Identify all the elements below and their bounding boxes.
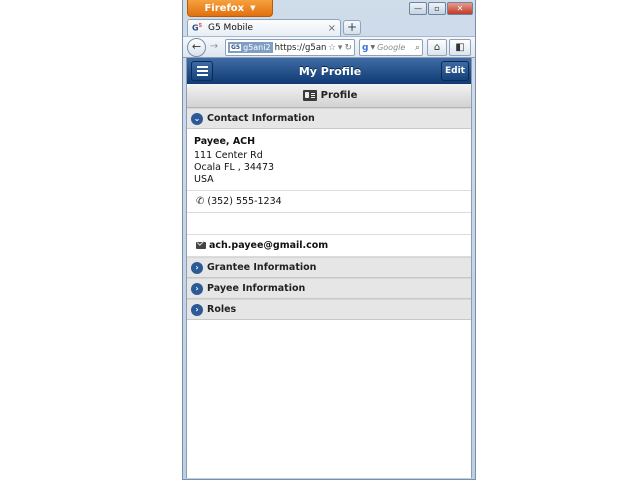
section-payee-information[interactable]: › Payee Information [187, 278, 471, 299]
page-viewport: My Profile Edit Profile ⌄ Contact Inform… [186, 58, 472, 478]
google-icon[interactable]: g [362, 43, 368, 53]
id-card-icon [302, 90, 317, 101]
reload-icon[interactable]: ↻ [344, 43, 352, 53]
window-controls: — ▫ ✕ [408, 2, 473, 15]
history-dropdown-icon[interactable]: ▾ [338, 43, 343, 53]
maximize-button[interactable]: ▫ [428, 2, 446, 15]
title-bar: Firefox ▼ — ▫ ✕ [183, 0, 475, 18]
section-label: Grantee Information [207, 262, 317, 273]
email-address: ach.payee@gmail.com [209, 240, 329, 251]
empty-row [187, 213, 471, 235]
search-engine-dropdown-icon[interactable]: ▼ [370, 44, 375, 51]
profile-subheader: Profile [187, 84, 471, 108]
section-label: Contact Information [207, 113, 315, 124]
tab-g5-mobile[interactable]: G5 G5 Mobile × [187, 19, 341, 36]
firefox-button-label: Firefox [204, 2, 245, 14]
minimize-button[interactable]: — [409, 2, 427, 15]
site-identity-button[interactable]: G5 g5ani2 [228, 42, 273, 53]
chevron-right-icon: › [191, 303, 203, 316]
section-contact-information[interactable]: ⌄ Contact Information [187, 108, 471, 129]
addon-bar-button[interactable]: ◧ [449, 39, 471, 56]
payee-name: Payee, ACH [194, 136, 256, 147]
section-grantee-information[interactable]: › Grantee Information [187, 257, 471, 278]
browser-window: Firefox ▼ — ▫ ✕ G5 G5 Mobile × + ← → G5 … [182, 0, 476, 480]
envelope-icon [196, 242, 206, 249]
url-text: https://g5ani2 [274, 42, 326, 53]
address-line-1: 111 Center Rd [194, 150, 263, 161]
edit-button[interactable]: Edit [441, 61, 469, 81]
phone-number: (352) 555-1234 [207, 196, 282, 207]
address-country: USA [194, 174, 214, 185]
search-input[interactable]: Google [377, 43, 413, 52]
chevron-down-icon: ▼ [250, 4, 256, 12]
subheader-label: Profile [320, 90, 358, 101]
email-row[interactable]: ach.payee@gmail.com [187, 235, 471, 257]
close-window-button[interactable]: ✕ [447, 2, 473, 15]
search-bar[interactable]: g ▼ Google ⌕ [359, 39, 423, 56]
url-bar[interactable]: G5 g5ani2 https://g5ani2 ☆ ▾ ↻ [225, 39, 355, 56]
navigation-toolbar: ← → G5 g5ani2 https://g5ani2 ☆ ▾ ↻ g ▼ G… [183, 36, 475, 58]
tab-title: G5 Mobile [208, 23, 254, 33]
menu-line [196, 74, 208, 76]
address-line-2: Ocala FL , 34473 [194, 162, 275, 173]
identity-favicon-icon: G5 [230, 44, 242, 51]
home-button[interactable]: ⌂ [427, 39, 447, 56]
back-button[interactable]: ← [187, 38, 206, 57]
menu-line [196, 66, 208, 68]
chevron-right-icon: › [191, 261, 203, 274]
chevron-down-icon: ⌄ [191, 112, 203, 125]
chevron-right-icon: › [191, 282, 203, 295]
section-label: Payee Information [207, 283, 306, 294]
search-icon[interactable]: ⌕ [415, 43, 422, 53]
identity-label: g5ani2 [243, 43, 271, 52]
menu-line [196, 70, 208, 72]
firefox-menu-button[interactable]: Firefox ▼ [187, 0, 273, 17]
tab-close-icon[interactable]: × [328, 23, 340, 34]
new-tab-button[interactable]: + [343, 20, 361, 35]
favicon-icon: G5 [192, 23, 203, 33]
section-label: Roles [207, 304, 237, 315]
contact-address-block: Payee, ACH 111 Center Rd Ocala FL , 3447… [187, 129, 471, 191]
section-roles[interactable]: › Roles [187, 299, 471, 320]
forward-button[interactable]: → [207, 40, 221, 55]
page-title: My Profile [298, 64, 362, 78]
tab-strip: G5 G5 Mobile × + [183, 18, 475, 36]
hamburger-menu-button[interactable] [191, 61, 213, 81]
phone-row[interactable]: ✆ (352) 555-1234 [187, 191, 471, 213]
url-bar-icons: ☆ ▾ ↻ [328, 43, 354, 53]
phone-icon: ✆ [196, 196, 205, 207]
bookmark-star-icon[interactable]: ☆ [328, 43, 336, 53]
app-header: My Profile Edit [187, 58, 471, 84]
